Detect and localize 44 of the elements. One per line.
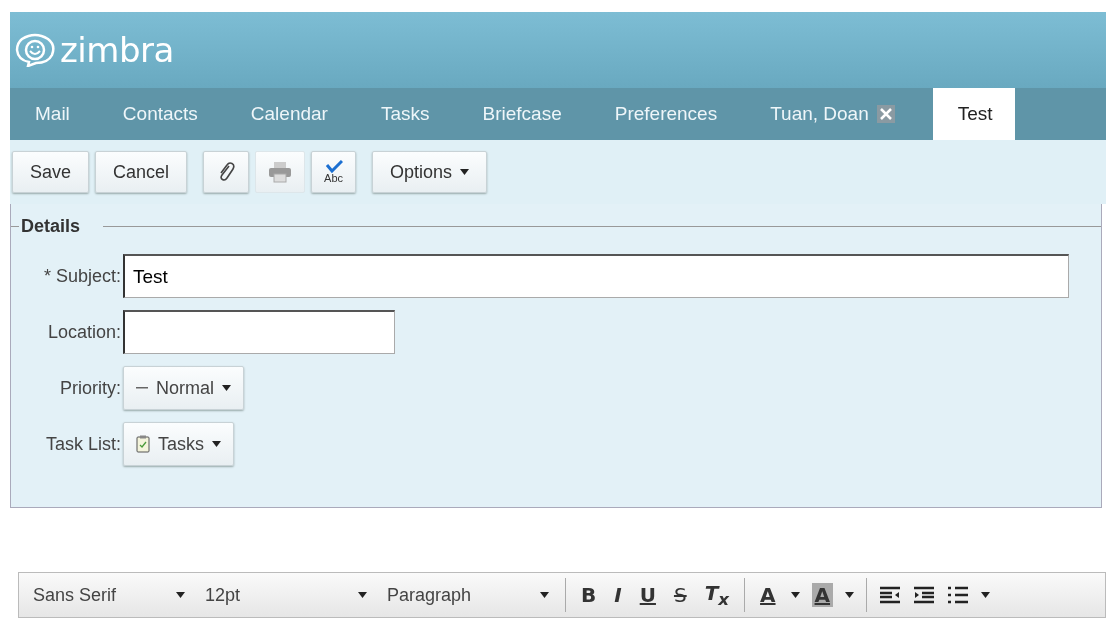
printer-icon [268,161,293,183]
format-button[interactable]: I [611,583,625,607]
toolbar-button[interactable]: Save [12,151,90,193]
caret-icon [212,441,221,447]
priority-label: Priority: [59,377,121,399]
task-list-dropdown[interactable]: Tasks [123,422,234,466]
location-label: Location: [46,321,121,343]
caret-icon [176,592,185,598]
logo-text: zimbra [60,30,174,70]
bullet-list-icon[interactable] [947,586,970,604]
highlight-color-button[interactable]: A [811,583,834,607]
checkmark-icon [324,160,343,173]
font-size-dropdown[interactable]: 12pt [201,584,371,606]
close-icon[interactable] [876,105,895,123]
outdent-icon[interactable] [879,586,902,604]
toolbar-button[interactable]: Cancel [95,151,188,193]
caret-icon [358,592,367,598]
caret-icon [540,592,549,598]
details-legend: Details [21,216,81,237]
text-color-button[interactable]: A [757,583,779,607]
font-dropdown[interactable]: Sans Serif [29,584,189,606]
attach-button[interactable] [203,151,250,193]
spellcheck-button[interactable]: Abc [311,151,357,193]
caret-icon [790,592,800,598]
app-tab[interactable]: Test [932,88,1015,140]
task-list-label: Task List: [44,433,121,455]
caret-icon [845,592,855,598]
dash-icon [136,386,148,390]
options-menu-button[interactable]: Options [372,151,488,193]
format-button[interactable]: U [636,583,659,607]
format-button[interactable]: T$_{x}$ [701,581,733,609]
caret-icon [222,385,231,391]
subject-field[interactable]: Test [123,254,1069,298]
smiley-logo-icon [14,33,56,67]
format-dropdown[interactable]: Paragraph [383,584,553,606]
indent-icon[interactable] [913,586,936,604]
caret-icon [460,169,470,175]
location-field[interactable] [123,310,395,354]
priority-dropdown[interactable]: Normal [123,366,244,410]
clipboard-icon [136,435,150,453]
subject-label: * Subject: [42,265,121,287]
format-button[interactable]: S [670,583,690,607]
caret-icon [981,592,991,598]
format-button[interactable]: B [578,583,600,607]
